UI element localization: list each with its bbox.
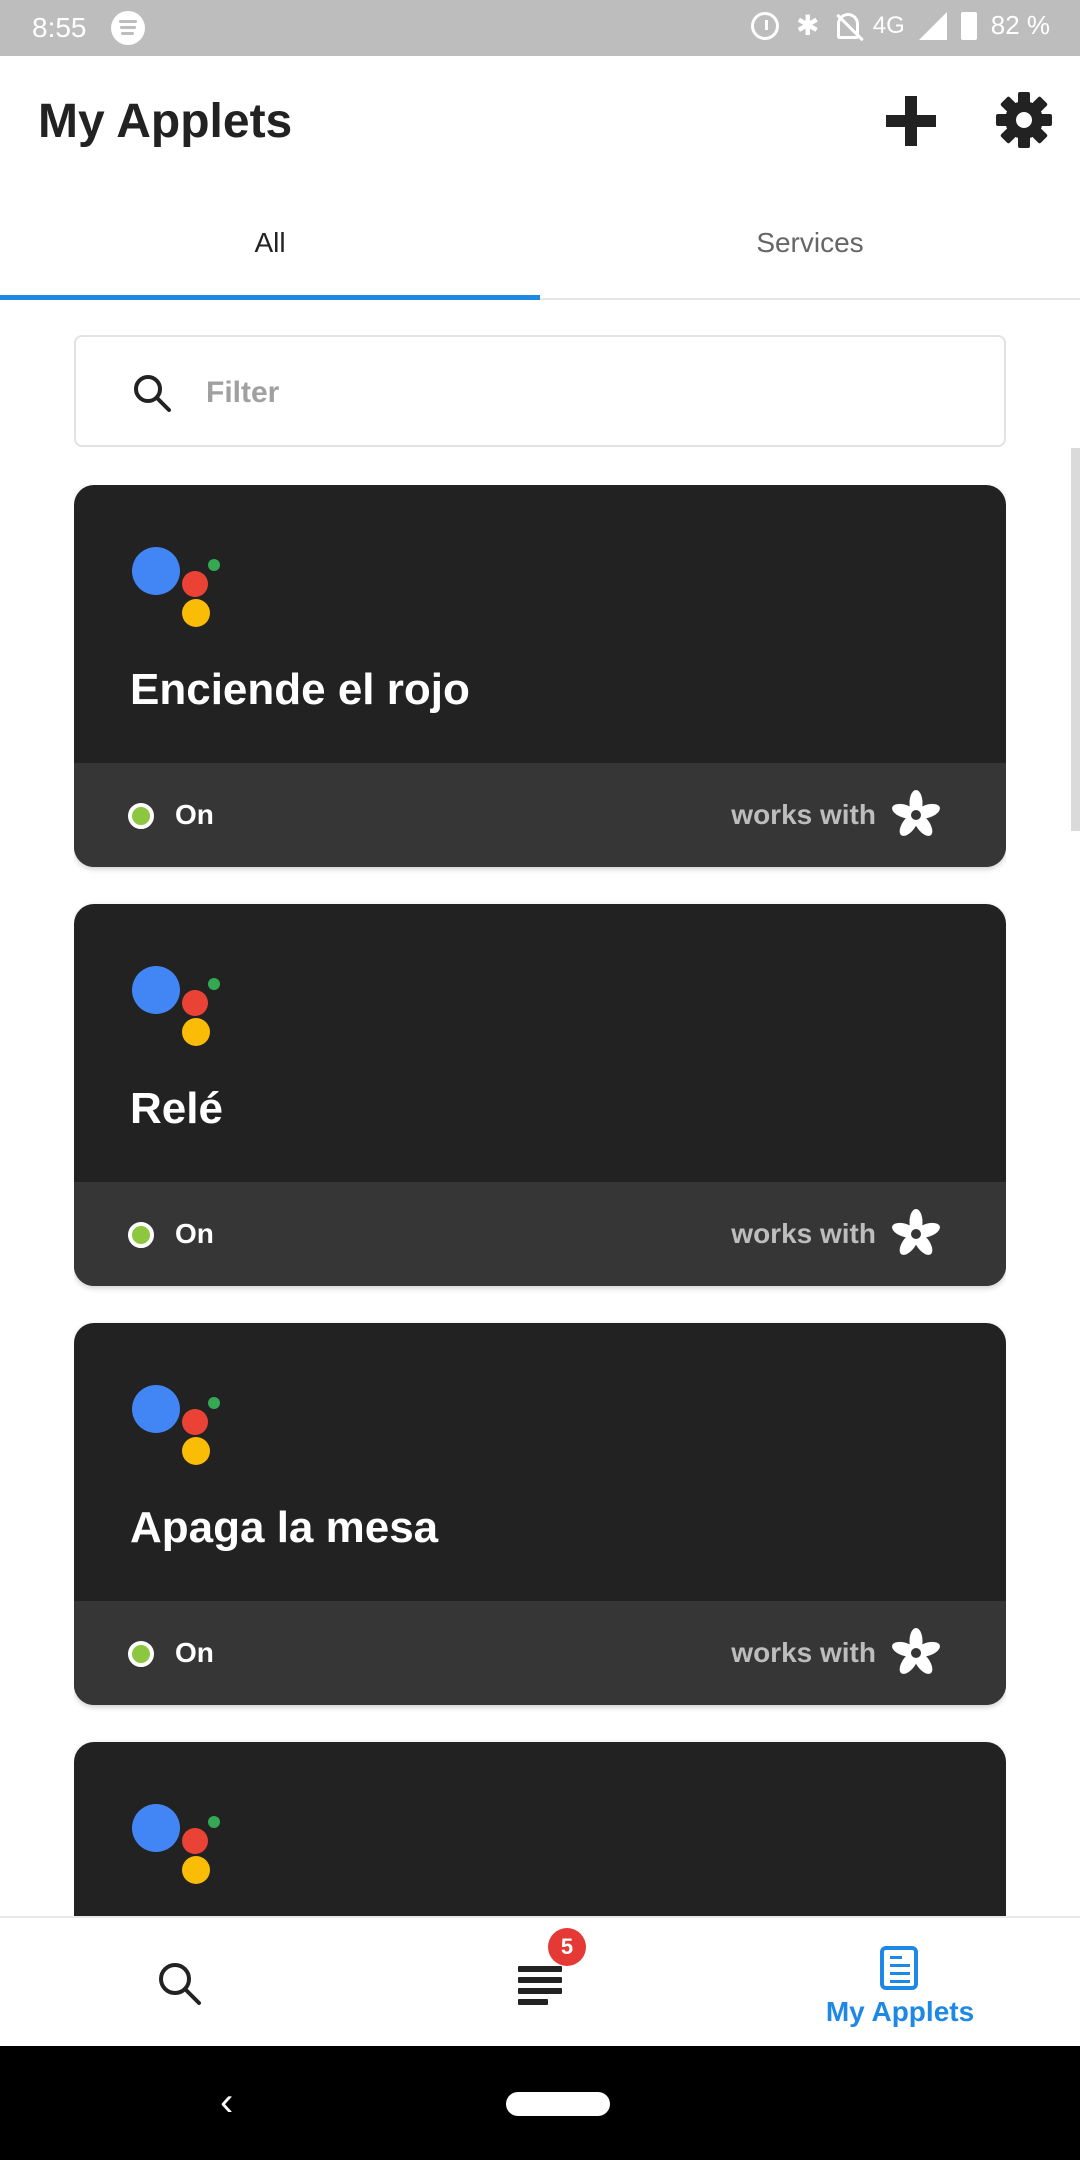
applet-status: On [175,1218,214,1249]
google-assistant-icon [132,966,222,1050]
search-icon[interactable] [156,1960,202,2006]
google-assistant-icon [132,1385,222,1469]
bluetooth-icon: ✱ [795,9,820,41]
applet-card[interactable]: Apaga la mesa On works with [74,1323,1006,1705]
battery-icon [960,11,977,40]
system-nav-bar: ‹ [0,2046,1080,2160]
status-on-icon [128,1222,154,1248]
applet-footer: On works with [74,1601,1006,1705]
tab-services[interactable]: Services [540,188,1080,298]
filter-input[interactable] [206,363,966,423]
works-with-label: works with [731,1218,876,1249]
applet-footer: On works with [74,1182,1006,1286]
search-icon [134,375,171,412]
filter-box[interactable] [74,335,1006,447]
notification-badge: 5 [548,1928,586,1966]
add-applet-button[interactable] [886,96,936,146]
network-label: 4G [872,11,905,39]
bell-off-icon [836,12,859,39]
works-with-label: works with [731,799,876,830]
applets-icon [880,1946,918,1990]
applet-title: Apaga la mesa [130,1503,439,1552]
signal-icon [918,11,947,40]
nav-my-applets-label: My Applets [825,1996,975,2027]
google-assistant-icon [132,547,222,631]
google-assistant-icon [132,1804,222,1888]
applet-footer: On works with [74,763,1006,867]
adafruit-flower-icon [892,1628,940,1674]
applet-title: Enciende el rojo [130,665,470,714]
status-bar: 8:55 ✱ 4G 82 % [0,0,1080,56]
tab-indicator [0,295,540,300]
activity-icon[interactable] [518,1964,562,2008]
applet-list: Enciende el rojo On works with Relé On w… [74,485,1006,1916]
nav-my-applets[interactable]: My Applets [790,1918,1010,2048]
status-on-icon [128,803,154,829]
home-pill[interactable] [506,2092,610,2116]
back-icon[interactable]: ‹ [220,2082,233,2122]
gear-icon[interactable] [996,92,1052,148]
adafruit-flower-icon [892,1209,940,1255]
applet-card[interactable]: Relé On works with [74,904,1006,1286]
alarm-icon [750,11,779,40]
scrollbar[interactable] [1071,448,1080,831]
works-with-label: works with [731,1637,876,1668]
applet-status: On [175,1637,214,1668]
applet-card[interactable]: Enciende el rojo On works with [74,485,1006,867]
tab-all[interactable]: All [0,188,540,298]
status-time: 8:55 [32,12,87,43]
applet-card[interactable] [74,1742,1006,1916]
status-on-icon [128,1641,154,1667]
battery-level: 82 % [990,10,1050,40]
page-title: My Applets [38,95,293,148]
adafruit-flower-icon [892,790,940,836]
status-icons: ✱ 4G 82 % [750,9,1050,41]
spotify-icon [111,11,145,45]
tab-bar: All Services [0,188,1080,300]
applet-status: On [175,799,214,830]
applet-title: Relé [130,1084,223,1133]
bottom-nav: 5 My Applets [0,1916,1080,2046]
